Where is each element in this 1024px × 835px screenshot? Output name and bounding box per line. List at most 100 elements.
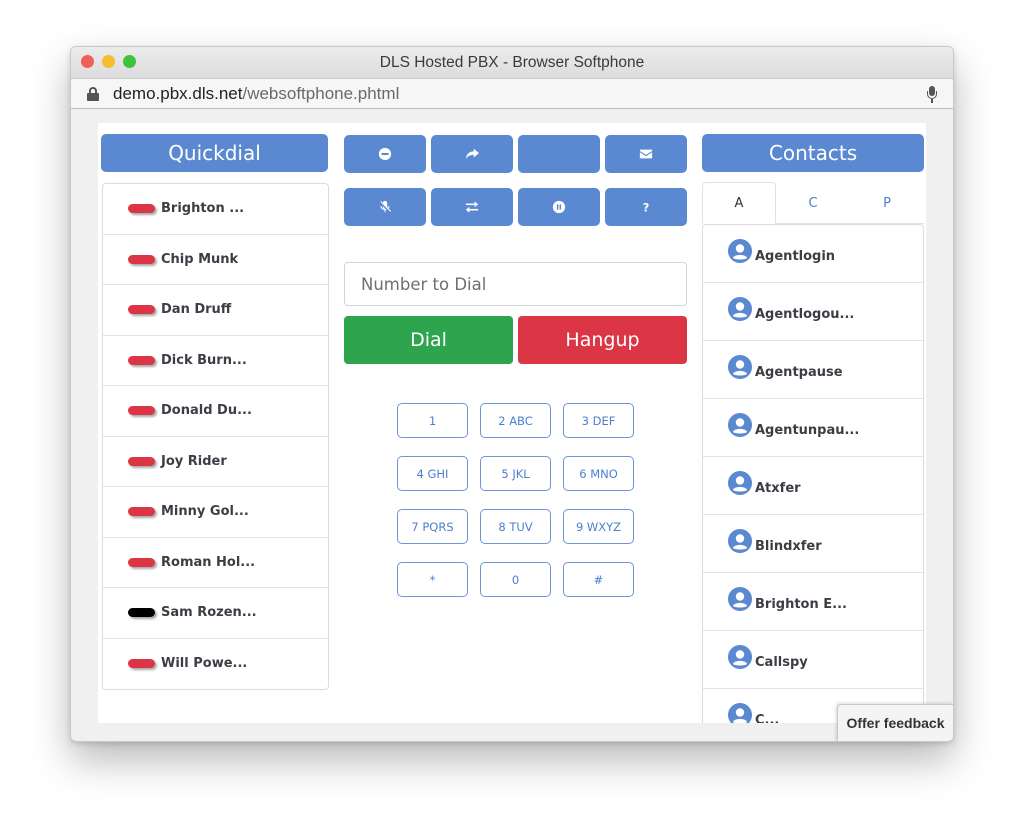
contact-name: Agentlogou... <box>755 307 855 322</box>
quickdial-item[interactable]: Roman Hol... <box>103 538 328 588</box>
contact-item[interactable]: Agentlogin <box>703 225 923 283</box>
address-bar[interactable]: demo.pbx.dls.net/websoftphone.phtml <box>71 79 953 109</box>
keypad-key[interactable]: 6 MNO <box>563 456 634 491</box>
quickdial-item[interactable]: Brighton ... <box>103 184 328 235</box>
status-indicator-icon <box>128 659 155 669</box>
title-bar: DLS Hosted PBX - Browser Softphone <box>71 47 953 79</box>
status-indicator-icon <box>128 608 155 618</box>
close-window-button[interactable] <box>81 55 94 68</box>
contacts-tab-c[interactable]: C <box>776 182 850 224</box>
quickdial-name: Brighton ... <box>161 201 245 217</box>
envelope-icon <box>639 147 653 161</box>
blank-button[interactable] <box>518 135 600 173</box>
status-indicator-icon <box>128 557 155 567</box>
envelope-button[interactable] <box>605 135 687 173</box>
user-avatar-icon <box>728 528 752 553</box>
softphone-page: Quickdial Brighton ... Chip Munk Dan Druff… <box>98 123 926 723</box>
quickdial-item[interactable]: Chip Munk <box>103 235 328 285</box>
svg-text:?: ? <box>643 200 650 214</box>
user-avatar-icon <box>728 354 752 379</box>
keypad-key[interactable]: 9 WXYZ <box>563 509 634 544</box>
user-avatar-icon <box>728 702 752 723</box>
quickdial-name: Chip Munk <box>161 251 239 267</box>
status-indicator-icon <box>128 305 155 315</box>
hold-pause-button[interactable] <box>518 188 600 226</box>
status-indicator-icon <box>128 254 155 264</box>
contacts-list: Agentlogin Agentlogou... Agentpause Agentun… <box>702 224 924 723</box>
forward-button[interactable] <box>431 135 513 173</box>
contact-name: Atxfer <box>755 481 801 496</box>
contact-name: Brighton E... <box>755 597 847 612</box>
hangup-button[interactable]: Hangup <box>518 316 687 364</box>
user-avatar-icon <box>728 238 752 263</box>
contact-item[interactable]: Agentlogou... <box>703 283 923 341</box>
keypad-key[interactable]: 5 JKL <box>480 456 551 491</box>
contacts-tab-a[interactable]: A <box>702 182 776 224</box>
contact-name: Agentlogin <box>755 249 836 264</box>
keypad-key[interactable]: # <box>563 562 634 597</box>
hold-pause-icon <box>552 200 566 214</box>
contact-item[interactable]: Blindxfer <box>703 515 923 573</box>
quickdial-name: Donald Du... <box>161 403 252 419</box>
quickdial-item[interactable]: Sam Rozen... <box>103 588 328 639</box>
quickdial-name: Dick Burn... <box>161 352 247 368</box>
status-indicator-icon <box>128 406 155 416</box>
contacts-tab-p[interactable]: P <box>850 182 924 224</box>
keypad-key[interactable]: 4 GHI <box>397 456 468 491</box>
keypad-key[interactable]: 2 ABC <box>480 403 551 438</box>
contact-item[interactable]: Agentpause <box>703 341 923 399</box>
user-avatar-icon <box>728 644 752 669</box>
contact-name: Blindxfer <box>755 539 822 554</box>
contact-name: Agentpause <box>755 365 843 380</box>
dial-button[interactable]: Dial <box>344 316 513 364</box>
contact-name: Callspy <box>755 655 808 670</box>
contact-item[interactable]: Atxfer <box>703 457 923 515</box>
status-indicator-icon <box>128 507 155 517</box>
quickdial-name: Dan Druff <box>161 302 232 318</box>
contact-item[interactable]: Callspy <box>703 631 923 689</box>
keypad-key[interactable]: 3 DEF <box>563 403 634 438</box>
keypad-key[interactable]: * <box>397 562 468 597</box>
lock-icon <box>87 86 99 101</box>
zoom-window-button[interactable] <box>123 55 136 68</box>
user-avatar-icon <box>728 586 752 611</box>
quickdial-header: Quickdial <box>101 134 328 172</box>
quickdial-item[interactable]: Joy Rider <box>103 437 328 487</box>
quickdial-name: Roman Hol... <box>161 554 256 570</box>
quickdial-item[interactable]: Minny Gol... <box>103 487 328 538</box>
minimize-window-button[interactable] <box>102 55 115 68</box>
keypad-key[interactable]: 8 TUV <box>480 509 551 544</box>
quickdial-item[interactable]: Donald Du... <box>103 386 328 437</box>
transfer-button[interactable] <box>431 188 513 226</box>
browser-window: DLS Hosted PBX - Browser Softphone demo.… <box>70 46 954 742</box>
quickdial-name: Sam Rozen... <box>161 605 257 621</box>
contacts-tabs: ACP <box>702 182 924 224</box>
quickdial-item[interactable]: Dan Druff <box>103 285 328 336</box>
contacts-header: Contacts <box>702 134 924 172</box>
mute-microphone-button[interactable] <box>344 188 426 226</box>
microphone-icon[interactable] <box>927 86 937 103</box>
contact-name: Agentunpau... <box>755 423 860 438</box>
keypad-key[interactable]: 0 <box>480 562 551 597</box>
contact-item[interactable]: Agentunpau... <box>703 399 923 457</box>
status-indicator-icon <box>128 204 155 214</box>
quickdial-item[interactable]: Will Powe... <box>103 639 328 690</box>
number-to-dial-input[interactable] <box>344 262 687 306</box>
keypad-key[interactable]: 1 <box>397 403 468 438</box>
quickdial-name: Joy Rider <box>161 453 227 469</box>
offer-feedback-button[interactable]: Offer feedback <box>837 704 953 741</box>
user-avatar-icon <box>728 412 752 437</box>
status-indicator-icon <box>128 355 155 365</box>
help-question-button[interactable]: ? <box>605 188 687 226</box>
url-text[interactable]: demo.pbx.dls.net/websoftphone.phtml <box>113 84 399 104</box>
help-question-icon: ? <box>639 200 653 214</box>
do-not-disturb-icon <box>378 147 392 161</box>
quickdial-name: Will Powe... <box>161 656 248 672</box>
do-not-disturb-button[interactable] <box>344 135 426 173</box>
keypad-key[interactable]: 7 PQRS <box>397 509 468 544</box>
mute-microphone-icon <box>378 200 392 214</box>
status-indicator-icon <box>128 456 155 466</box>
contact-item[interactable]: Brighton E... <box>703 573 923 631</box>
user-avatar-icon <box>728 470 752 495</box>
quickdial-item[interactable]: Dick Burn... <box>103 336 328 386</box>
